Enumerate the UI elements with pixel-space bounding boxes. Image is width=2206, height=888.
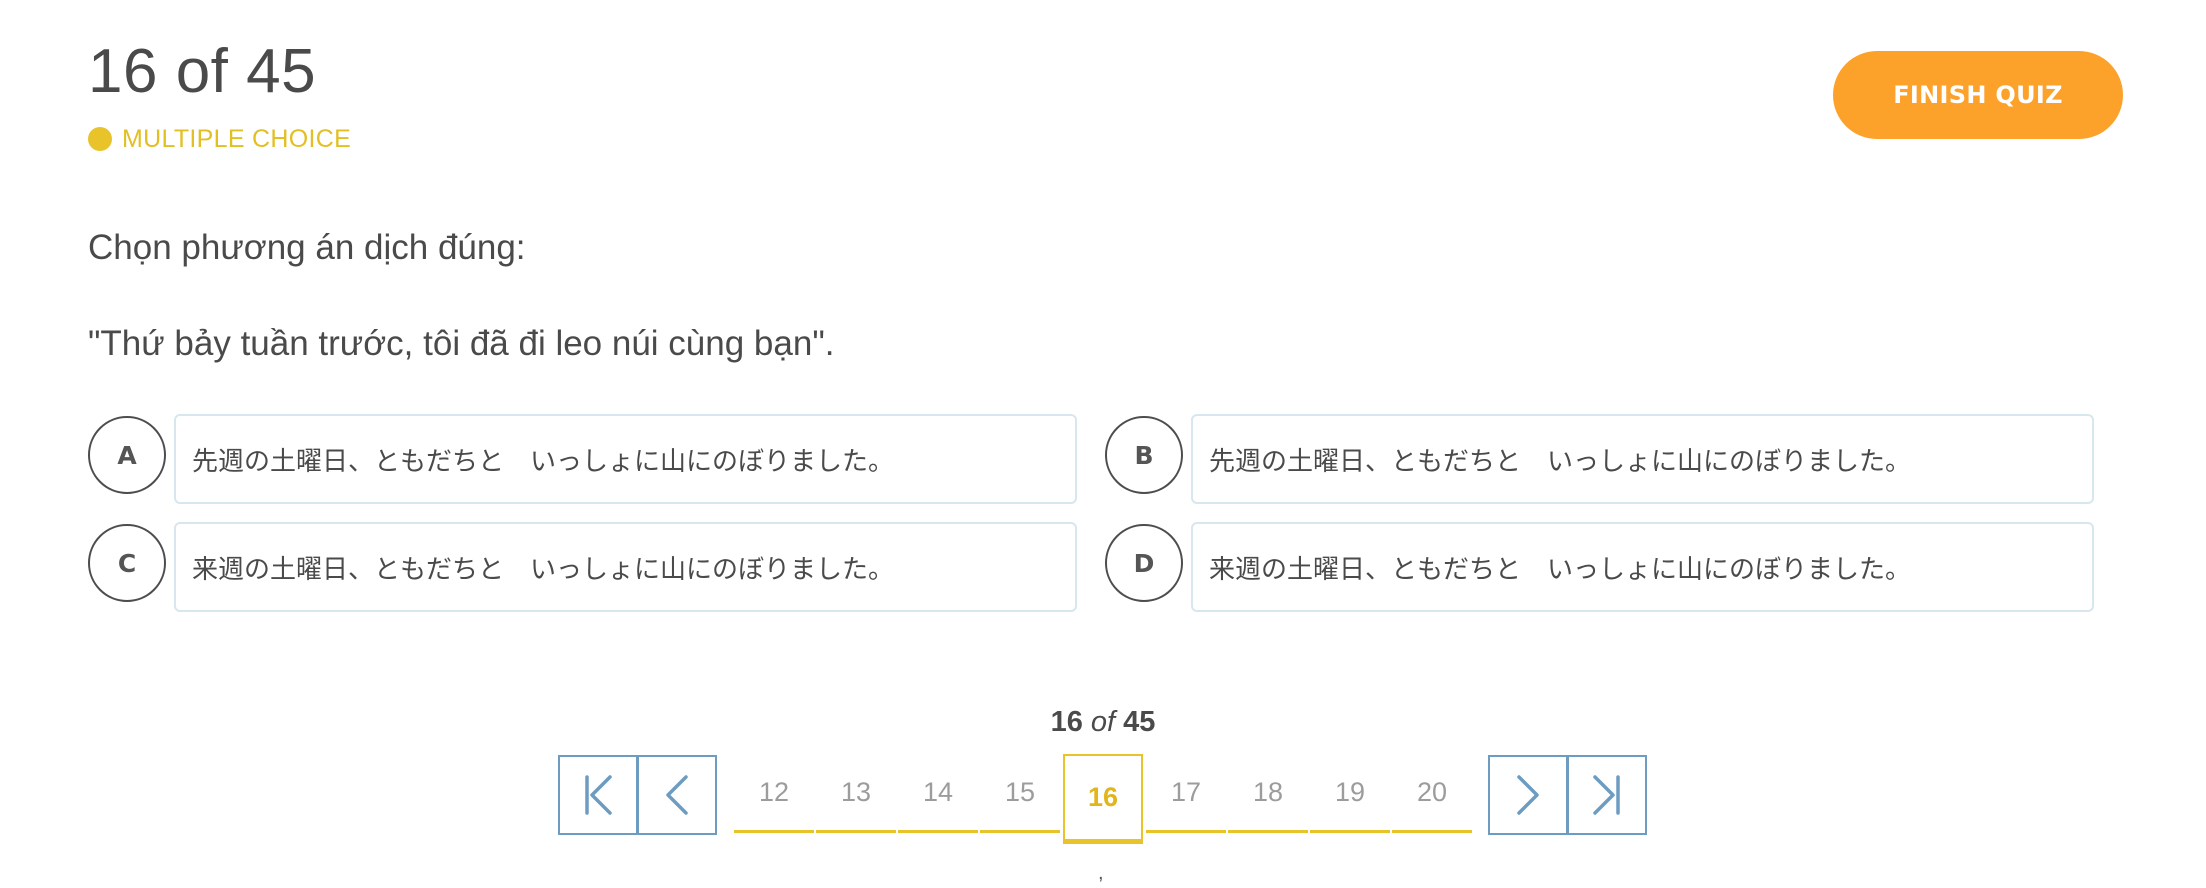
chevron-right-icon <box>1517 775 1539 815</box>
option-c[interactable]: C 来週の土曜日、ともだちと いっしょに山にのぼりました。 <box>88 522 1078 614</box>
first-page-icon <box>585 775 612 815</box>
option-c-letter[interactable]: C <box>88 524 166 602</box>
option-b-letter[interactable]: B <box>1105 416 1183 494</box>
page-14[interactable]: 14 <box>898 755 978 833</box>
finish-quiz-button[interactable]: FINISH QUIZ <box>1833 51 2123 139</box>
page-17[interactable]: 17 <box>1146 755 1226 833</box>
pagination-label: 16 of 45 <box>1000 706 1206 739</box>
page-13[interactable]: 13 <box>816 755 896 833</box>
page-20[interactable]: 20 <box>1392 755 1472 833</box>
question-type: MULTIPLE CHOICE <box>88 124 351 154</box>
page-15[interactable]: 15 <box>980 755 1060 833</box>
pagination-total: 45 <box>1123 706 1156 738</box>
option-c-text[interactable]: 来週の土曜日、ともだちと いっしょに山にのぼりました。 <box>174 522 1077 612</box>
option-b[interactable]: B 先週の土曜日、ともだちと いっしょに山にのぼりました。 <box>1105 414 2095 506</box>
option-d[interactable]: D 来週の土曜日、ともだちと いっしょに山にのぼりました。 <box>1105 522 2095 614</box>
prev-page-button[interactable] <box>637 755 717 835</box>
question-sentence: "Thứ bảy tuần trước, tôi đã đi leo núi c… <box>88 324 835 363</box>
pagination-of: of <box>1090 706 1116 738</box>
last-page-icon <box>1593 775 1620 815</box>
question-type-dot-icon <box>88 127 112 151</box>
chevron-left-icon <box>666 775 688 815</box>
question-type-label: MULTIPLE CHOICE <box>122 124 352 153</box>
page-12[interactable]: 12 <box>734 755 814 833</box>
option-b-text[interactable]: 先週の土曜日、ともだちと いっしょに山にのぼりました。 <box>1191 414 2094 504</box>
option-d-letter[interactable]: D <box>1105 524 1183 602</box>
question-prompt: Chọn phương án dịch đúng: <box>88 228 526 267</box>
next-page-button[interactable] <box>1488 755 1568 835</box>
first-page-button[interactable] <box>558 755 638 835</box>
pagination-current: 16 <box>1050 706 1083 738</box>
page-16-current[interactable]: 16 <box>1063 754 1143 844</box>
last-page-button[interactable] <box>1567 755 1647 835</box>
page-19[interactable]: 19 <box>1310 755 1390 833</box>
scroll-tick: , <box>1098 862 1104 884</box>
option-a-text[interactable]: 先週の土曜日、ともだちと いっしょに山にのぼりました。 <box>174 414 1077 504</box>
question-counter: 16 of 45 <box>88 37 317 106</box>
option-d-text[interactable]: 来週の土曜日、ともだちと いっしょに山にのぼりました。 <box>1191 522 2094 612</box>
option-a-letter[interactable]: A <box>88 416 166 494</box>
page-18[interactable]: 18 <box>1228 755 1308 833</box>
option-a[interactable]: A 先週の土曜日、ともだちと いっしょに山にのぼりました。 <box>88 414 1078 506</box>
